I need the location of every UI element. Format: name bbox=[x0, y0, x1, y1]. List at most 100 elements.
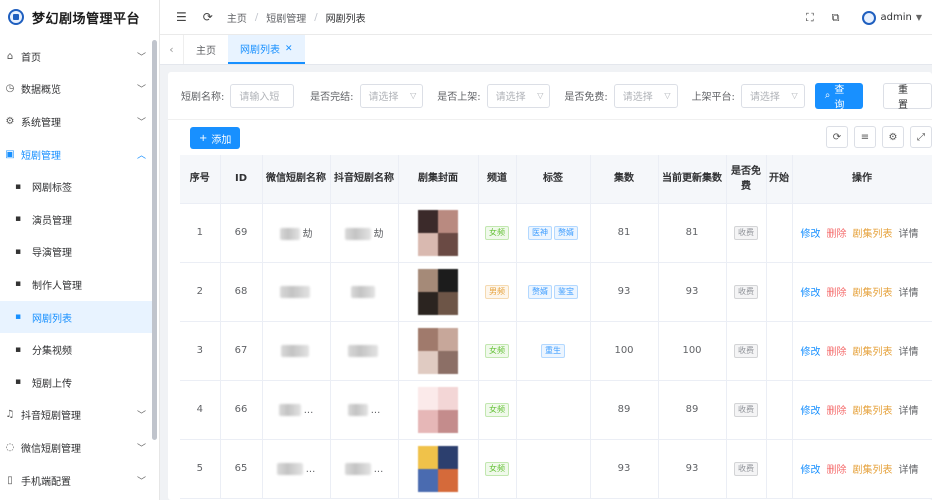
cover-image[interactable] bbox=[418, 386, 458, 433]
sidebar-scrollbar[interactable] bbox=[152, 40, 157, 440]
sidebar-item-0[interactable]: ⌂ 首页 ﹀ bbox=[0, 40, 156, 73]
free-placeholder: 请选择 bbox=[622, 92, 653, 103]
chevron-left-icon[interactable]: ‹ bbox=[160, 35, 184, 64]
cell-cover bbox=[398, 262, 479, 322]
cover-image[interactable] bbox=[418, 268, 458, 315]
sidebar-item-8[interactable]: ▪ 网剧列表 bbox=[0, 300, 156, 334]
free-select[interactable]: 请选择 ▽ bbox=[613, 83, 678, 108]
cover-image[interactable] bbox=[418, 327, 458, 374]
channel-tag: 女频 bbox=[485, 225, 509, 240]
refresh-icon[interactable]: ⟳ bbox=[203, 10, 213, 24]
sidebar-item-11[interactable]: ♫ 抖音短剧管理 ﹀ bbox=[0, 399, 156, 432]
sidebar-item-label: 网剧标签 bbox=[32, 183, 72, 195]
detail-link[interactable]: 详情 bbox=[899, 288, 919, 299]
filter-label-name: 短剧名称: bbox=[181, 92, 225, 103]
episode-list-link[interactable]: 剧集列表 bbox=[853, 406, 893, 417]
detail-link[interactable]: 详情 bbox=[899, 406, 919, 417]
sidebar-item-10[interactable]: ▪ 短剧上传 bbox=[0, 366, 156, 399]
sidebar-item-2[interactable]: ⚙ 系统管理 ﹀ bbox=[0, 105, 156, 138]
cell-free: 收费 bbox=[726, 203, 767, 263]
edit-link[interactable]: 修改 bbox=[801, 347, 821, 358]
expand-icon[interactable]: ⤢ bbox=[910, 126, 932, 148]
sidebar-item-label: 微信短剧管理 bbox=[21, 443, 81, 455]
grid-icon: ▪ bbox=[14, 344, 22, 355]
cell-start bbox=[766, 203, 793, 263]
cell-operations: 修改 删除 剧集列表 详情 bbox=[792, 203, 932, 263]
sidebar-item-label: 网剧列表 bbox=[32, 313, 72, 325]
cell-channel: 女频 bbox=[478, 439, 517, 499]
cell-operations: 修改 删除 剧集列表 详情 bbox=[792, 439, 932, 499]
sidebar-item-label: 短剧管理 bbox=[21, 150, 61, 162]
sidebar-item-12[interactable]: ◌ 微信短剧管理 ﹀ bbox=[0, 431, 156, 464]
filter-label-complete: 是否完结: bbox=[310, 92, 354, 103]
edit-link[interactable]: 修改 bbox=[801, 288, 821, 299]
fullscreen-icon[interactable]: ⛶ bbox=[806, 11, 814, 25]
cell-channel: 女频 bbox=[478, 321, 517, 381]
detail-link[interactable]: 详情 bbox=[899, 347, 919, 358]
delete-link[interactable]: 删除 bbox=[827, 465, 847, 476]
search-icon: ⌕ bbox=[824, 90, 831, 101]
breadcrumb-current: 网剧列表 bbox=[325, 13, 366, 25]
column-header: 频道 bbox=[478, 155, 517, 204]
cover-image[interactable] bbox=[418, 209, 458, 256]
user-name[interactable]: admin bbox=[881, 12, 912, 23]
drama-name-placeholder: 请输入短 bbox=[239, 92, 280, 103]
episode-list-link[interactable]: 剧集列表 bbox=[853, 347, 893, 358]
sidebar-item-13[interactable]: ▯ 手机端配置 ﹀ bbox=[0, 464, 156, 497]
avatar[interactable] bbox=[861, 10, 876, 25]
cell-free: 收费 bbox=[726, 321, 767, 381]
translate-icon[interactable]: ⧉ bbox=[832, 11, 840, 25]
add-button[interactable]: + 添加 bbox=[190, 127, 241, 149]
detail-link[interactable]: 详情 bbox=[899, 229, 919, 240]
cell-channel: 女频 bbox=[478, 380, 517, 440]
sidebar-item-3[interactable]: ▣ 短剧管理 ︿ bbox=[0, 138, 156, 171]
edit-link[interactable]: 修改 bbox=[801, 406, 821, 417]
refresh-icon[interactable]: ⟳ bbox=[826, 126, 848, 148]
sidebar-item-1[interactable]: ◷ 数据概览 ﹀ bbox=[0, 73, 156, 106]
episode-list-link[interactable]: 剧集列表 bbox=[853, 288, 893, 299]
sidebar-item-5[interactable]: ▪ 演员管理 bbox=[0, 203, 156, 236]
listed-select[interactable]: 请选择 ▽ bbox=[486, 83, 551, 108]
breadcrumb-home[interactable]: 主页 bbox=[227, 10, 247, 25]
add-button-label: 添加 bbox=[211, 134, 232, 146]
settings-icon[interactable]: ⚙ bbox=[882, 126, 904, 148]
chevron-down-icon[interactable]: ▼ bbox=[916, 13, 922, 22]
delete-link[interactable]: 删除 bbox=[827, 288, 847, 299]
complete-select[interactable]: 请选择 ▽ bbox=[359, 83, 424, 108]
search-button[interactable]: ⌕ 查询 bbox=[814, 82, 863, 111]
blurred-text bbox=[350, 285, 375, 298]
chevron-down-icon: ▽ bbox=[664, 91, 671, 100]
delete-link[interactable]: 删除 bbox=[827, 406, 847, 417]
tab-label: 主页 bbox=[196, 46, 216, 57]
sidebar-item-4[interactable]: ▪ 网剧标签 bbox=[0, 170, 156, 203]
platform-select[interactable]: 请选择 ▽ bbox=[740, 83, 805, 108]
column-header: 开始 bbox=[766, 155, 793, 204]
close-icon[interactable]: ✕ bbox=[285, 44, 293, 54]
cell-wechat-name: ... bbox=[262, 439, 331, 499]
collapse-menu-icon[interactable]: ☰ bbox=[176, 10, 187, 24]
breadcrumb-section[interactable]: 短剧管理 bbox=[266, 10, 306, 25]
edit-link[interactable]: 修改 bbox=[801, 465, 821, 476]
tab-home[interactable]: 主页 bbox=[184, 35, 228, 64]
episode-list-link[interactable]: 剧集列表 bbox=[853, 229, 893, 240]
sidebar-item-9[interactable]: ▪ 分集视频 bbox=[0, 333, 156, 366]
cell-start bbox=[766, 321, 793, 381]
search-button-label: 查询 bbox=[834, 84, 845, 111]
plus-icon: + bbox=[199, 132, 208, 144]
delete-link[interactable]: 删除 bbox=[827, 347, 847, 358]
edit-link[interactable]: 修改 bbox=[801, 229, 821, 240]
drama-name-input[interactable]: 请输入短 bbox=[230, 83, 295, 108]
tab-label: 网剧列表 bbox=[240, 45, 280, 56]
detail-link[interactable]: 详情 bbox=[899, 465, 919, 476]
episode-list-link[interactable]: 剧集列表 bbox=[853, 465, 893, 476]
reset-button[interactable]: 重置 bbox=[882, 82, 932, 111]
cell-operations: 修改 删除 剧集列表 详情 bbox=[792, 380, 932, 440]
blurred-text bbox=[347, 344, 378, 357]
sidebar-item-6[interactable]: ▪ 导演管理 bbox=[0, 236, 156, 269]
tab-drama-list[interactable]: 网剧列表 ✕ bbox=[228, 35, 305, 64]
list-icon[interactable]: ≡ bbox=[854, 126, 876, 148]
cell-cover bbox=[398, 321, 479, 381]
delete-link[interactable]: 删除 bbox=[827, 229, 847, 240]
sidebar-item-7[interactable]: ▪ 制作人管理 bbox=[0, 268, 156, 301]
cover-image[interactable] bbox=[418, 445, 458, 492]
